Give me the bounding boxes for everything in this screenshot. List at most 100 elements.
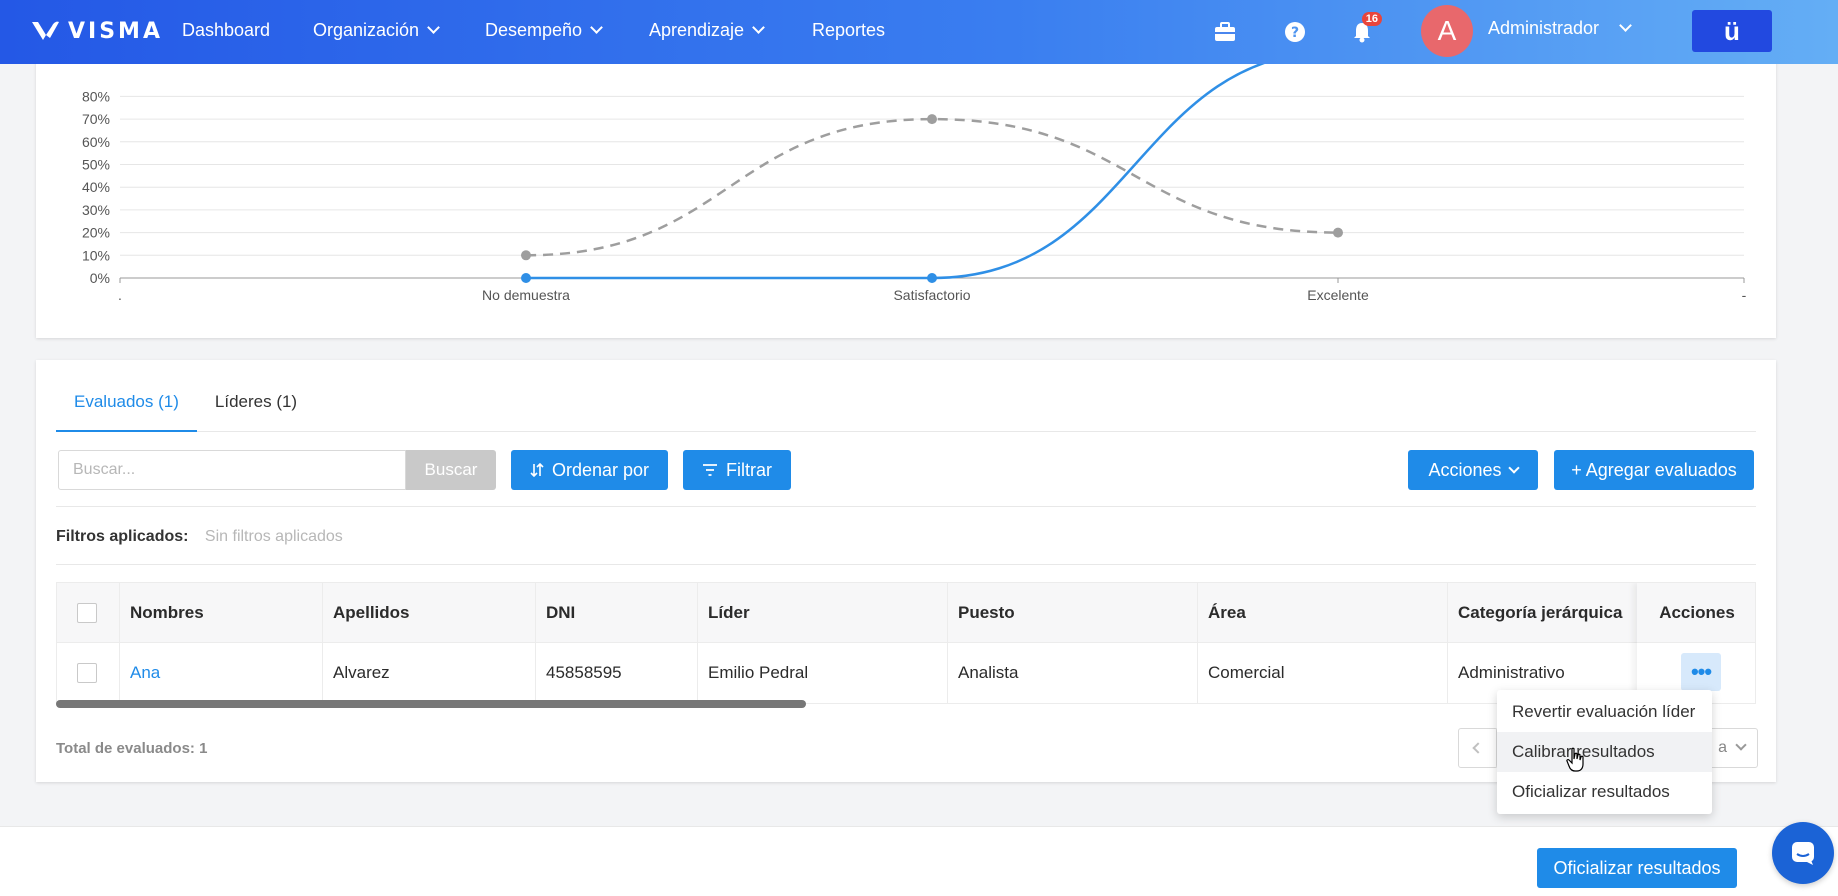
sort-button-label: Ordenar por bbox=[551, 459, 650, 480]
evaluados-table: Nombres Apellidos DNI Líder Puesto Área … bbox=[56, 582, 1756, 704]
series-point-0 bbox=[521, 250, 531, 261]
menu-item-oficializar[interactable]: Oficializar resultados bbox=[1497, 772, 1712, 812]
filter-icon bbox=[703, 464, 717, 476]
avatar[interactable]: A bbox=[1421, 5, 1473, 57]
row-actions-menu: Revertir evaluación líder Calibrar resul… bbox=[1497, 690, 1712, 814]
chat-support-button[interactable] bbox=[1772, 822, 1834, 884]
tab-lideres[interactable]: Líderes (1) bbox=[197, 382, 315, 432]
series-point-1 bbox=[521, 273, 531, 283]
app-switch-button[interactable]: ü bbox=[1692, 10, 1772, 52]
tab-evaluados[interactable]: Evaluados (1) bbox=[56, 382, 197, 432]
cell-area: Comercial bbox=[1198, 643, 1448, 703]
cell-dni: 45858595 bbox=[536, 643, 698, 703]
sort-button[interactable]: Ordenar por bbox=[511, 450, 668, 490]
nav-desempeno[interactable]: Desempeño bbox=[485, 20, 603, 41]
column-header[interactable]: Área bbox=[1198, 583, 1448, 643]
cell-apellidos: Alvarez bbox=[323, 643, 536, 703]
x-tick-label: Excelente bbox=[1307, 287, 1369, 303]
row-select-cell bbox=[57, 643, 120, 703]
x-tick-label: . bbox=[118, 287, 122, 303]
table-header-row: Nombres Apellidos DNI Líder Puesto Área … bbox=[57, 583, 1755, 643]
nav-dashboard[interactable]: Dashboard bbox=[182, 20, 270, 41]
logo-text: VISMA bbox=[68, 18, 163, 44]
nav-desempeno-label: Desempeño bbox=[485, 20, 583, 40]
page-size-value: a bbox=[1718, 739, 1727, 756]
help-icon[interactable]: ? bbox=[1281, 18, 1309, 46]
cell-nombres: Ana bbox=[120, 643, 323, 703]
column-header[interactable]: DNI bbox=[536, 583, 698, 643]
chevron-down-icon bbox=[1507, 462, 1520, 474]
filter-button-label: Filtrar bbox=[726, 459, 772, 480]
column-header[interactable]: Apellidos bbox=[323, 583, 536, 643]
horizontal-scrollbar[interactable] bbox=[56, 700, 806, 708]
hand-cursor-icon bbox=[1566, 747, 1584, 772]
search-input[interactable] bbox=[58, 450, 406, 490]
column-header[interactable]: Categoría jerárquica bbox=[1448, 583, 1648, 643]
y-tick-label: 0% bbox=[90, 270, 110, 286]
nav-reportes-label: Reportes bbox=[812, 20, 886, 40]
y-tick-label: 40% bbox=[82, 179, 110, 195]
visma-logo-icon bbox=[32, 21, 59, 40]
applied-filters: Filtros aplicados: Sin filtros aplicados bbox=[56, 528, 343, 546]
nav-reportes[interactable]: Reportes bbox=[812, 20, 885, 41]
tab-bar: Evaluados (1) Líderes (1) bbox=[56, 382, 1756, 432]
menu-item-calibrar[interactable]: Calibrar resultados bbox=[1497, 732, 1712, 772]
y-tick-label: 30% bbox=[82, 202, 110, 218]
x-tick-label: - bbox=[1742, 287, 1747, 303]
evaluado-name-link[interactable]: Ana bbox=[130, 663, 160, 683]
sort-icon bbox=[530, 463, 544, 477]
y-tick-label: 80% bbox=[82, 88, 110, 104]
row-actions-button[interactable]: ••• bbox=[1681, 653, 1721, 691]
results-chart-card: 0% 10% 20% 30% 40% 50% 60% 70% 80%. No demuestra S… bbox=[36, 40, 1776, 338]
column-header[interactable]: Líder bbox=[698, 583, 948, 643]
x-tick-label: Satisfactorio bbox=[893, 287, 970, 303]
column-header: Acciones bbox=[1637, 583, 1755, 643]
chevron-down-icon bbox=[1619, 19, 1632, 32]
y-tick-label: 20% bbox=[82, 225, 110, 241]
user-name: Administrador bbox=[1488, 18, 1600, 38]
column-header[interactable]: Puesto bbox=[948, 583, 1198, 643]
add-evaluados-button[interactable]: + Agregar evaluados bbox=[1554, 450, 1754, 490]
search-button[interactable]: Buscar bbox=[406, 450, 496, 490]
nav-aprendizaje-label: Aprendizaje bbox=[649, 20, 745, 40]
top-navbar: VISMA Dashboard Organización Desempeño A… bbox=[0, 0, 1838, 64]
filters-value: Sin filtros aplicados bbox=[204, 528, 343, 545]
total-evaluados: Total de evaluados: 1 bbox=[56, 740, 208, 757]
y-tick-label: 50% bbox=[82, 157, 110, 173]
cell-puesto: Analista bbox=[948, 643, 1198, 703]
nav-organizacion-label: Organización bbox=[313, 20, 420, 40]
series-point-0 bbox=[1333, 227, 1343, 238]
nav-dashboard-label: Dashboard bbox=[182, 20, 271, 40]
chevron-left-icon bbox=[1472, 742, 1484, 754]
select-all-cell bbox=[57, 583, 120, 643]
visma-logo[interactable]: VISMA bbox=[30, 18, 163, 44]
chevron-down-icon bbox=[1735, 739, 1747, 751]
actions-button-label: Acciones bbox=[1428, 459, 1502, 480]
filter-button[interactable]: Filtrar bbox=[683, 450, 791, 490]
chat-icon bbox=[1792, 842, 1814, 865]
chevron-down-icon bbox=[752, 21, 765, 34]
actions-button[interactable]: Acciones bbox=[1408, 450, 1538, 490]
oficializar-resultados-button[interactable]: Oficializar resultados bbox=[1537, 848, 1737, 888]
pagination-prev-button[interactable] bbox=[1458, 728, 1498, 768]
nav-organizacion[interactable]: Organización bbox=[313, 20, 440, 41]
menu-item-revertir[interactable]: Revertir evaluación líder bbox=[1497, 692, 1712, 732]
chevron-down-icon bbox=[427, 21, 440, 34]
distribution-line-chart: 0% 10% 20% 30% 40% 50% 60% 70% 80%. No demuestra S… bbox=[82, 64, 1747, 303]
notifications-bell-icon[interactable]: 16 bbox=[1348, 12, 1382, 46]
user-menu[interactable]: Administrador bbox=[1488, 18, 1632, 39]
row-checkbox[interactable] bbox=[77, 663, 97, 683]
y-tick-label: 70% bbox=[82, 111, 110, 127]
y-tick-label: 10% bbox=[82, 247, 110, 263]
x-tick-label: No demuestra bbox=[482, 287, 570, 303]
select-all-checkbox[interactable] bbox=[77, 603, 97, 623]
cell-lider: Emilio Pedral bbox=[698, 643, 948, 703]
series-point-1 bbox=[927, 273, 937, 283]
nav-aprendizaje[interactable]: Aprendizaje bbox=[649, 20, 765, 41]
briefcase-icon[interactable] bbox=[1211, 18, 1239, 46]
actions-column: Acciones ••• bbox=[1637, 583, 1755, 703]
notifications-badge: 16 bbox=[1361, 12, 1382, 26]
column-header[interactable]: Nombres bbox=[120, 583, 323, 643]
divider bbox=[56, 564, 1756, 565]
chevron-down-icon bbox=[590, 21, 603, 34]
